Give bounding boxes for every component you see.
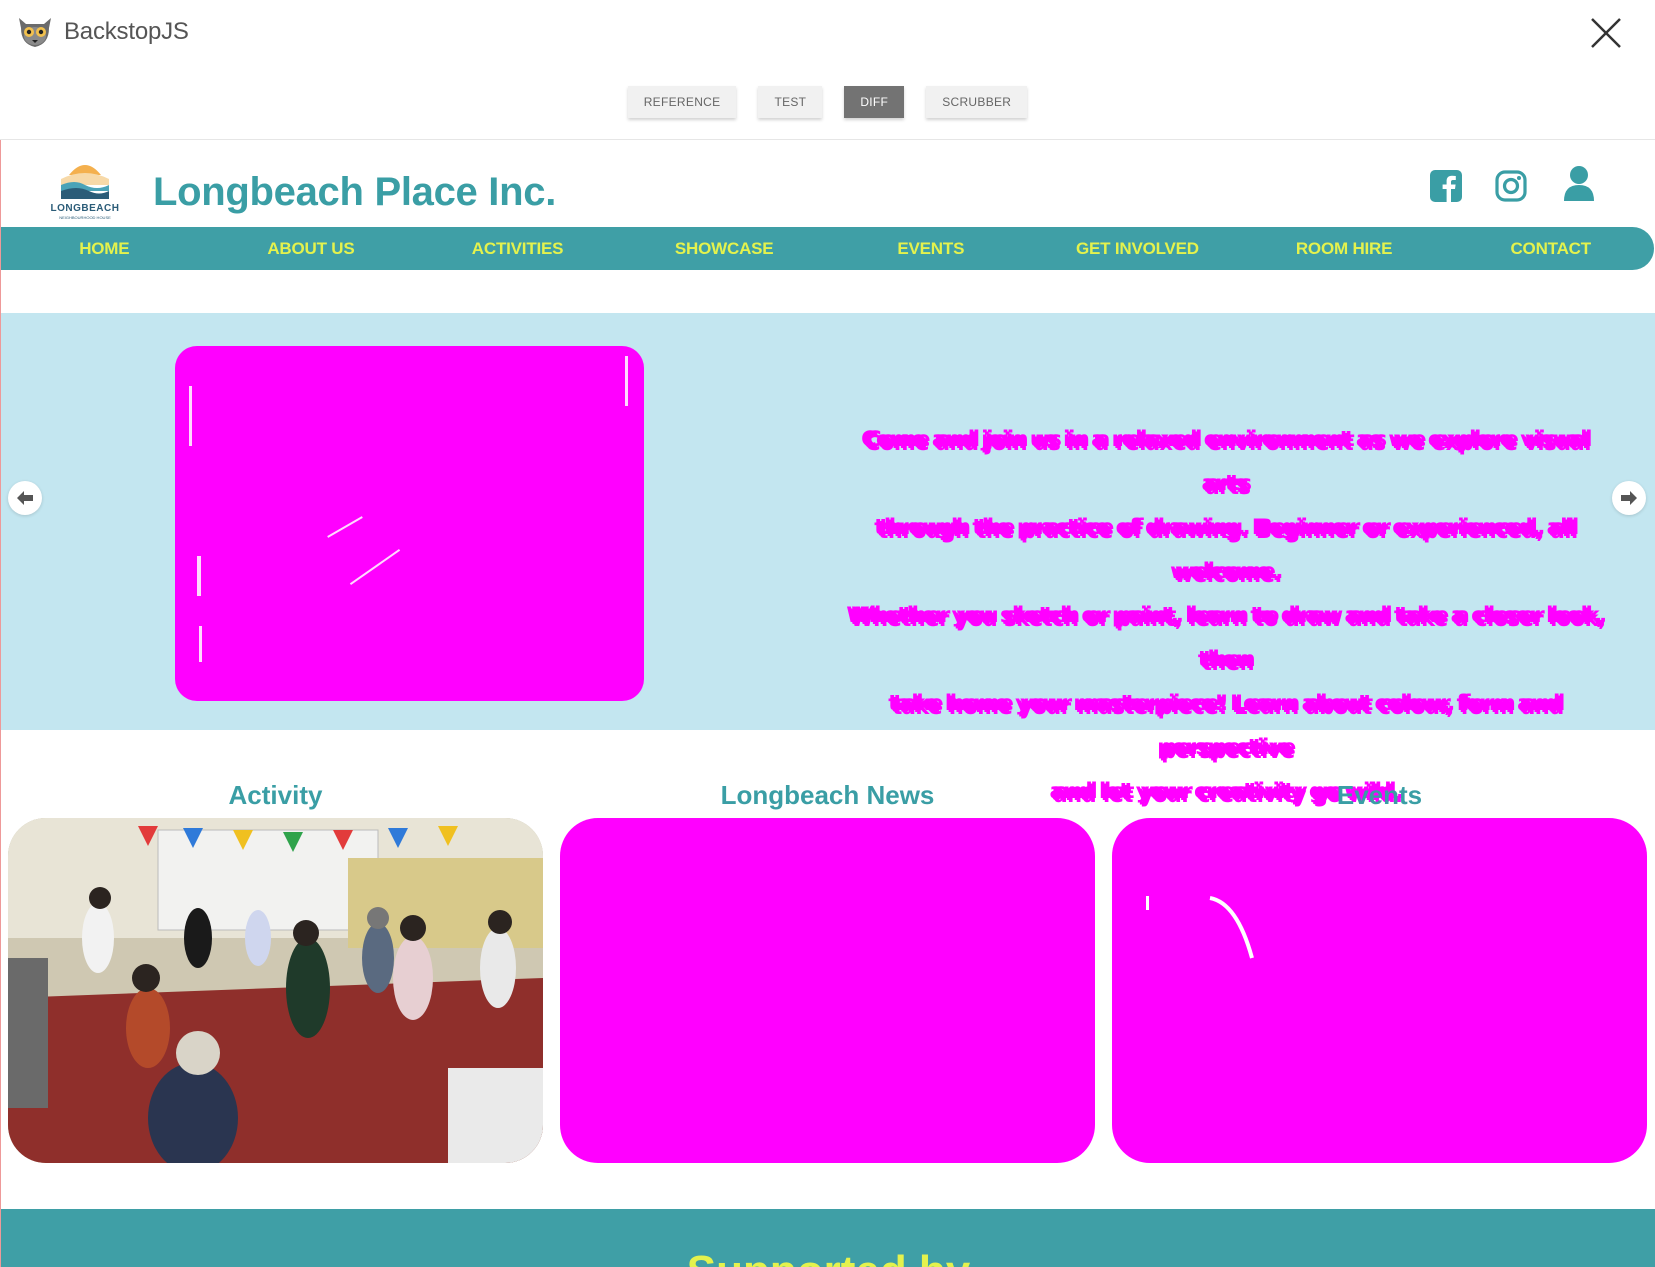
events-diff-specks: [1146, 896, 1254, 959]
nav-contact[interactable]: CONTACT: [1447, 227, 1654, 270]
site-header: LONGBEACH NEIGHBOURHOOD HOUSE Longbeach …: [1, 140, 1655, 227]
backstop-title: BackstopJS: [64, 18, 189, 45]
card-title-activity: Activity: [228, 780, 323, 810]
test-button[interactable]: TEST: [758, 86, 823, 118]
logo-wordmark: LONGBEACH: [50, 203, 120, 214]
hero-slide-image-diff: [175, 346, 644, 701]
hero-slide-text-diff: Come and join us in a relaxed environmen…: [841, 419, 1611, 815]
diff-screenshot: LONGBEACH NEIGHBOURHOOD HOUSE Longbeach …: [0, 140, 1655, 1267]
main-nav: HOME ABOUT US ACTIVITIES SHOWCASE EVENTS…: [1, 227, 1654, 270]
carousel-next-button[interactable]: [1612, 481, 1646, 515]
hero-carousel: Come and join us in a relaxed environmen…: [1, 313, 1655, 805]
card-title-longbeach-news: Longbeach News: [720, 780, 935, 810]
news-card-image-diff[interactable]: [560, 818, 1095, 1163]
arrow-left-icon: [17, 491, 33, 505]
nav-events[interactable]: EVENTS: [828, 227, 1035, 270]
nav-room-hire[interactable]: ROOM HIRE: [1241, 227, 1448, 270]
logo-subtext: NEIGHBOURHOOD HOUSE: [59, 215, 111, 220]
card-title-events: Events: [1336, 780, 1423, 810]
facebook-icon[interactable]: [1429, 169, 1463, 203]
backstop-header: BackstopJS REFERENCE TEST DIFF SCRUBBER: [0, 0, 1655, 140]
site-logo[interactable]: LONGBEACH NEIGHBOURHOOD HOUSE: [45, 153, 125, 220]
nav-about-us[interactable]: ABOUT US: [208, 227, 415, 270]
nav-showcase[interactable]: SHOWCASE: [621, 227, 828, 270]
reference-button[interactable]: REFERENCE: [627, 86, 737, 118]
longbeach-logo-icon: [61, 165, 109, 199]
nav-home[interactable]: HOME: [1, 227, 208, 270]
arrow-right-icon: [1621, 491, 1637, 505]
hero-line: through the practice of drawing. Beginne…: [876, 517, 1576, 585]
carousel-prev-button[interactable]: [8, 481, 42, 515]
diff-button[interactable]: DIFF: [844, 86, 905, 118]
instagram-icon[interactable]: [1494, 169, 1528, 203]
activity-photo: [8, 818, 543, 1163]
nav-get-involved[interactable]: GET INVOLVED: [1034, 227, 1241, 270]
nav-activities[interactable]: ACTIVITIES: [414, 227, 621, 270]
supported-by-section: Supported by: [1, 1209, 1655, 1267]
events-card-image-diff[interactable]: [1112, 818, 1647, 1163]
hero-line: Whether you sketch or paint, learn to dr…: [848, 605, 1604, 673]
activity-card-image[interactable]: [8, 818, 543, 1163]
hero-line: take home your masterpiece! Learn about …: [890, 693, 1562, 761]
backstop-brand: BackstopJS: [16, 14, 189, 50]
lemur-logo-icon: [19, 18, 51, 47]
close-icon[interactable]: [1587, 14, 1625, 52]
view-mode-toggle: REFERENCE TEST DIFF SCRUBBER: [0, 86, 1655, 118]
site-name[interactable]: Longbeach Place Inc.: [153, 170, 556, 215]
scrubber-button[interactable]: SCRUBBER: [926, 86, 1028, 118]
hero-line: Come and join us in a relaxed environmen…: [863, 429, 1589, 497]
user-icon[interactable]: [1561, 164, 1597, 202]
supported-by-title: Supported by: [1, 1247, 1655, 1267]
